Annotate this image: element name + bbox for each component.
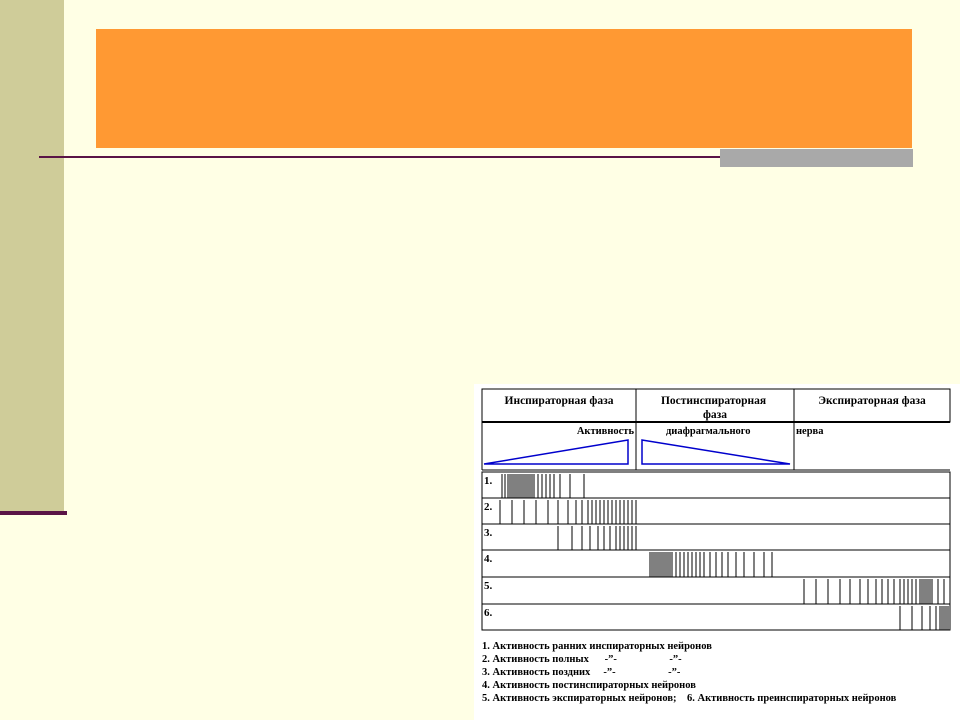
legend-item: 4. Активность постинспираторных нейронов <box>482 680 696 691</box>
neuron-row-frame <box>481 576 951 605</box>
title-bar <box>96 29 912 148</box>
neuron-row-label: 5. <box>484 580 493 592</box>
title-rule-accent <box>720 149 913 167</box>
neuron-row-label: 3. <box>484 527 493 539</box>
legend-item: 5. Активность экспираторных нейронов; 6.… <box>482 693 897 704</box>
activity-label-diaphragm: диафрагмального <box>666 426 751 437</box>
inspiratory-ramp <box>483 439 629 465</box>
header-postinspiratory: Постинспираторная фаза <box>661 395 769 421</box>
neuron-row-label: 4. <box>484 553 493 565</box>
neuron-row-frame <box>481 523 951 551</box>
neuron-row-frame <box>481 471 951 499</box>
activity-label-nerve: нерва <box>796 426 824 437</box>
neuron-row-label: 2. <box>484 501 493 513</box>
neuron-row-label: 6. <box>484 607 493 619</box>
legend-item: 1. Активность ранних инспираторных нейро… <box>482 641 712 652</box>
respiratory-neuron-diagram: Инспираторная фаза Постинспираторная фаз… <box>474 384 960 720</box>
sidebar-panel <box>0 0 64 512</box>
activity-label: Активность <box>577 426 635 437</box>
header-postinspiratory-line1: Постинспираторная <box>661 395 766 407</box>
neuron-row-frame <box>481 497 951 525</box>
diagram-svg: Инспираторная фаза Постинспираторная фаз… <box>481 388 951 631</box>
legend-item: 2. Активность полных -”- -”- <box>482 654 682 665</box>
postinspiratory-decay <box>641 439 791 465</box>
neuron-row-frame <box>481 603 951 631</box>
sidebar-underline <box>0 511 67 515</box>
header-expiratory: Экспираторная фаза <box>818 395 926 407</box>
legend: 1. Активность ранних инспираторных нейро… <box>482 640 960 705</box>
neuron-row-label: 1. <box>484 475 493 487</box>
header-inspiratory: Инспираторная фаза <box>505 395 614 407</box>
legend-item: 3. Активность поздних -”- -”- <box>482 667 681 678</box>
neuron-rows: 1. 2. 3. 4. 5. 6. <box>481 471 951 631</box>
header-postinspiratory-line2: фаза <box>703 409 727 421</box>
